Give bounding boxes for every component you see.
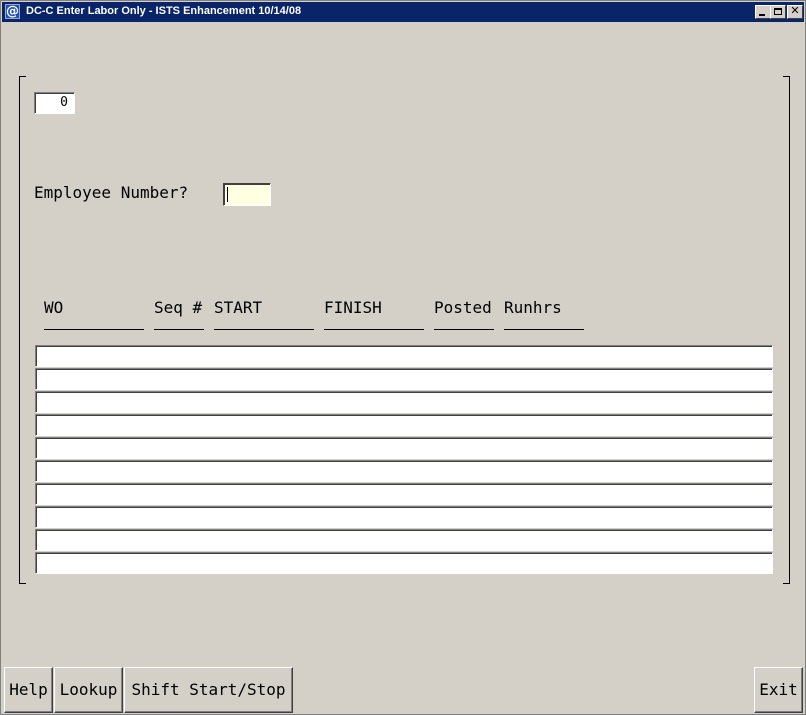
column-underline-wo (44, 329, 144, 330)
maximize-button[interactable] (770, 5, 786, 19)
table-row[interactable] (35, 345, 773, 367)
table-row[interactable] (35, 391, 773, 413)
app-icon[interactable]: @ (5, 4, 20, 19)
column-underline-runhrs (504, 329, 584, 330)
column-header-runhrs: Runhrs (504, 298, 562, 317)
help-button[interactable]: Help (4, 667, 53, 713)
column-header-finish: FINISH (324, 298, 382, 317)
employee-number-input[interactable] (223, 183, 271, 206)
minimize-button[interactable] (755, 5, 771, 19)
title-bar[interactable]: @ DC-C Enter Labor Only - ISTS Enhanceme… (2, 2, 804, 22)
lookup-button[interactable]: Lookup (54, 667, 123, 713)
employee-number-label: Employee Number? (34, 183, 189, 202)
record-counter: 0 (34, 92, 75, 114)
table-row[interactable] (35, 506, 773, 528)
table-row[interactable] (35, 483, 773, 505)
close-button[interactable]: ✕ (787, 5, 803, 19)
table-row[interactable] (35, 552, 773, 574)
table-row[interactable] (35, 368, 773, 390)
window-title: DC-C Enter Labor Only - ISTS Enhancement… (26, 5, 302, 17)
table-row[interactable] (35, 529, 773, 551)
column-underline-posted (434, 329, 494, 330)
column-underline-seq (154, 329, 204, 330)
column-header-posted: Posted (434, 298, 492, 317)
main-window: @ DC-C Enter Labor Only - ISTS Enhanceme… (0, 0, 806, 715)
shift-start-stop-button[interactable]: Shift Start/Stop (124, 667, 293, 713)
column-underline-start (214, 329, 314, 330)
text-caret (227, 187, 228, 202)
table-row[interactable] (35, 460, 773, 482)
minimize-icon (759, 14, 765, 16)
column-underline-finish (324, 329, 424, 330)
table-row[interactable] (35, 414, 773, 436)
maximize-icon (774, 8, 782, 15)
close-icon: ✕ (790, 4, 800, 17)
column-header-wo: WO (44, 298, 64, 317)
column-header-seq: Seq # (154, 298, 203, 317)
table-row[interactable] (35, 437, 773, 459)
exit-button[interactable]: Exit (754, 667, 803, 713)
column-header-start: START (214, 298, 263, 317)
